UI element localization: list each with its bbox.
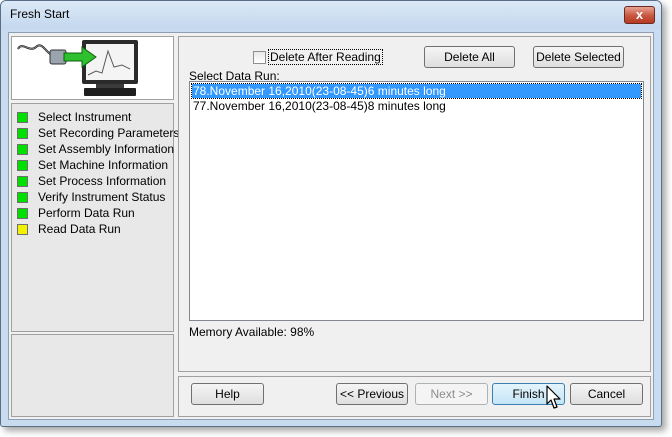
step-set-machine-information: Set Machine Information <box>17 157 168 173</box>
delete-all-button[interactable]: Delete All <box>424 46 515 68</box>
window-title: Fresh Start <box>10 7 70 21</box>
delete-after-reading-option[interactable]: Delete After Reading <box>253 49 383 65</box>
step-label: Set Machine Information <box>38 158 169 172</box>
status-indicator <box>17 143 28 155</box>
delete-after-reading-checkbox[interactable] <box>253 50 266 64</box>
step-select-instrument: Select Instrument <box>17 109 131 125</box>
cancel-button[interactable]: Cancel <box>570 383 643 405</box>
step-label: Read Data Run <box>38 222 121 236</box>
status-indicator <box>17 207 28 219</box>
computer-cable-icon <box>17 40 138 96</box>
status-indicator <box>17 159 28 171</box>
help-button[interactable]: Help <box>191 383 264 405</box>
step-label: Set Assembly Information <box>38 142 175 156</box>
status-indicator <box>17 223 28 235</box>
step-label: Verify Instrument Status <box>38 190 166 204</box>
step-label: Select Instrument <box>38 110 132 124</box>
data-run-panel: Delete After Reading Delete All Delete S… <box>178 36 651 372</box>
step-set-recording-parameters: Set Recording Parameters <box>17 125 179 141</box>
data-run-list[interactable]: 78.November 16,2010(23-08-45)6 minutes l… <box>189 81 644 321</box>
dialog-client-area: Select Instrument Set Recording Paramete… <box>8 32 654 420</box>
step-perform-data-run: Perform Data Run <box>17 205 135 221</box>
next-button[interactable]: Next >> <box>415 383 488 405</box>
status-indicator <box>17 111 28 123</box>
status-indicator <box>17 175 28 187</box>
status-indicator <box>17 127 28 139</box>
memory-available: Memory Available: 98% <box>189 325 315 339</box>
status-indicator <box>17 191 28 203</box>
close-button[interactable]: x <box>624 6 655 24</box>
left-bottom-panel <box>11 334 174 417</box>
delete-selected-button[interactable]: Delete Selected <box>533 46 624 68</box>
left-panel: Select Instrument Set Recording Paramete… <box>11 36 179 417</box>
step-set-assembly-information: Set Assembly Information <box>17 141 174 157</box>
title-bar[interactable]: Fresh Start x <box>1 1 661 29</box>
list-item[interactable]: 77.November 16,2010(23-08-45)8 minutes l… <box>192 99 641 113</box>
fresh-start-dialog: Fresh Start x Select Instrument Set Reco… <box>0 0 662 427</box>
step-read-data-run: Read Data Run <box>17 221 121 237</box>
mouse-cursor-icon <box>546 385 561 409</box>
step-label: Perform Data Run <box>38 206 135 220</box>
list-item[interactable]: 78.November 16,2010(23-08-45)6 minutes l… <box>191 83 642 99</box>
step-set-process-information: Set Process Information <box>17 173 166 189</box>
step-verify-instrument-status: Verify Instrument Status <box>17 189 165 205</box>
navigation-bar: Help << Previous Next >> Finish Cancel <box>178 376 651 417</box>
previous-button[interactable]: << Previous <box>336 383 408 405</box>
instrument-logo <box>11 36 174 100</box>
delete-after-reading-label[interactable]: Delete After Reading <box>268 49 383 65</box>
step-label: Set Process Information <box>38 174 167 188</box>
wizard-steps: Select Instrument Set Recording Paramete… <box>11 103 179 332</box>
step-label: Set Recording Parameters <box>38 126 180 140</box>
